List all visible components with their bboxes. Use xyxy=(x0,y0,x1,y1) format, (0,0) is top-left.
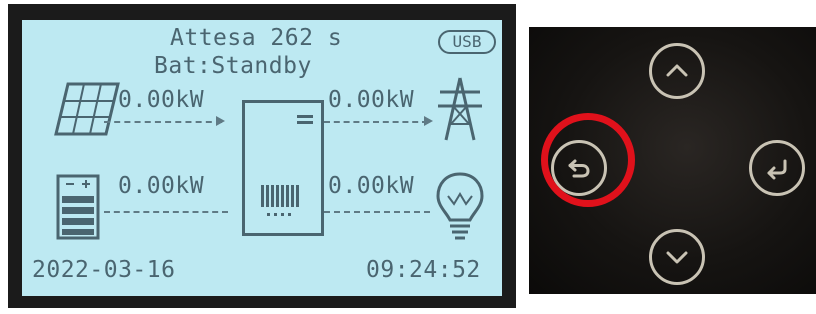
pv-flow-line xyxy=(104,121,222,123)
pv-flow-arrow-icon xyxy=(216,116,225,126)
date-display: 2022-03-16 xyxy=(32,257,176,283)
enter-arrow-icon xyxy=(767,159,787,180)
battery-power: 0.00kW xyxy=(118,173,205,199)
load-power: 0.00kW xyxy=(328,173,415,199)
back-button-highlight-circle xyxy=(541,113,635,207)
load-flow-line xyxy=(324,211,430,213)
status-line: Attesa 262 s xyxy=(170,25,343,51)
light-bulb-icon xyxy=(436,172,484,240)
battery-icon xyxy=(56,174,100,240)
battery-status: Bat:Standby xyxy=(154,53,312,79)
chevron-up-icon xyxy=(666,64,688,77)
pv-power: 0.00kW xyxy=(118,87,205,113)
down-button[interactable] xyxy=(649,229,705,285)
time-display: 09:24:52 xyxy=(366,257,481,283)
inverter-icon xyxy=(242,100,324,236)
battery-flow-line xyxy=(104,211,228,213)
enter-button[interactable] xyxy=(749,140,805,196)
inverter-lcd-display: Attesa 262 s Bat:Standby USB 0.00kW 0.00… xyxy=(22,20,502,296)
usb-badge: USB xyxy=(438,30,496,54)
up-button[interactable] xyxy=(649,43,705,99)
solar-panel-icon xyxy=(54,82,120,136)
chevron-down-icon xyxy=(666,251,688,264)
grid-flow-line xyxy=(324,121,428,123)
power-tower-icon xyxy=(438,77,482,141)
grid-flow-arrow-icon xyxy=(424,116,433,126)
grid-power: 0.00kW xyxy=(328,87,415,113)
